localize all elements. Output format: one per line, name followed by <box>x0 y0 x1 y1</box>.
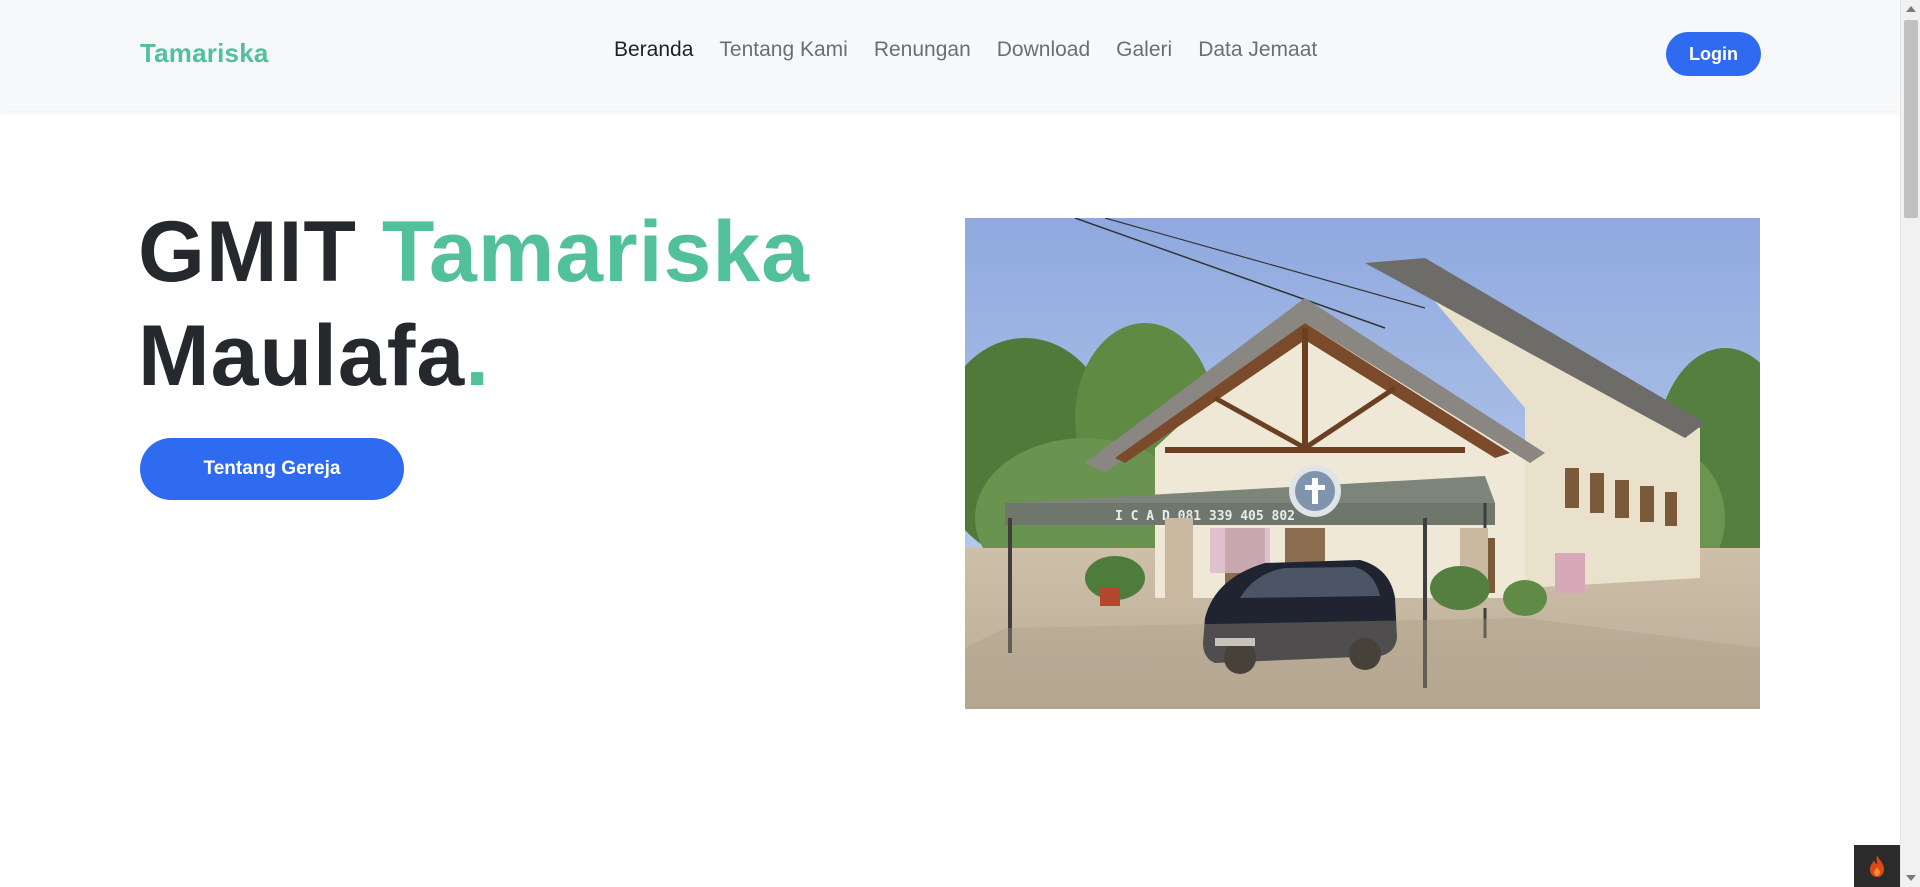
flame-icon <box>1870 855 1884 877</box>
page-scrollbar[interactable] <box>1900 0 1920 887</box>
tentang-gereja-button[interactable]: Tentang Gereja <box>140 438 404 500</box>
scroll-up-arrow-icon[interactable] <box>1906 6 1916 12</box>
scroll-down-arrow-icon[interactable] <box>1906 875 1916 881</box>
nav-item-data-jemaat[interactable]: Data Jemaat <box>1198 38 1317 62</box>
nav-item-galeri[interactable]: Galeri <box>1116 38 1172 62</box>
hero-title-part1: GMIT <box>138 204 382 300</box>
hero-title-part2: Maulafa <box>138 308 466 404</box>
canopy-text: I C A D 081 339 405 802 <box>1115 509 1295 524</box>
nav-item-beranda[interactable]: Beranda <box>614 38 693 62</box>
nav-menu: Beranda Tentang Kami Renungan Download G… <box>614 38 1343 62</box>
nav-item-download[interactable]: Download <box>997 38 1090 62</box>
scrollbar-thumb[interactable] <box>1904 20 1918 218</box>
navbar: Tamariska Beranda Tentang Kami Renungan … <box>0 0 1900 111</box>
hero-title: GMIT Tamariska Maulafa. <box>138 200 810 408</box>
cross-icon <box>1289 465 1341 517</box>
nav-item-renungan[interactable]: Renungan <box>874 38 971 62</box>
login-button[interactable]: Login <box>1666 32 1761 76</box>
hero-title-dot: . <box>465 308 491 404</box>
hero-title-accent: Tamariska <box>381 204 810 300</box>
debug-toolbar-button[interactable] <box>1854 845 1900 887</box>
church-photo: I C A D 081 339 405 802 <box>965 218 1760 709</box>
nav-item-tentang-kami[interactable]: Tentang Kami <box>719 38 847 62</box>
brand-logo-link[interactable]: Tamariska <box>140 38 269 69</box>
